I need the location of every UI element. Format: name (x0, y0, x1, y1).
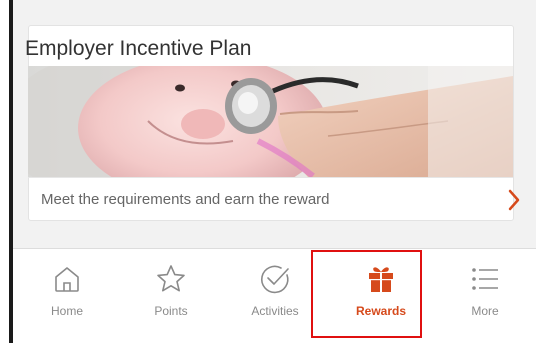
tab-more[interactable]: More (435, 249, 535, 329)
home-icon (51, 263, 83, 295)
rewards-screen: Employer Incentive Plan Meet the require… (0, 0, 536, 343)
check-circle-icon (259, 263, 291, 295)
rewards-highlight-box (311, 250, 422, 338)
tab-points[interactable]: Points (121, 249, 221, 329)
list-icon (469, 263, 501, 295)
card-subtitle: Meet the requirements and earn the rewar… (41, 191, 330, 208)
bottom-tab-bar: Home Points Activities Rewards More (13, 248, 536, 343)
card-divider (28, 177, 513, 178)
tab-more-label: More (471, 304, 499, 318)
piggy-bank-image (28, 66, 513, 177)
tab-home[interactable]: Home (17, 249, 117, 329)
tab-home-label: Home (50, 304, 83, 318)
star-icon (155, 263, 187, 295)
tab-activities-label: Activities (251, 304, 299, 318)
card-title: Employer Incentive Plan (25, 37, 252, 60)
tab-activities[interactable]: Activities (225, 249, 325, 329)
tab-points-label: Points (154, 304, 188, 318)
chevron-right-icon[interactable] (504, 186, 524, 214)
